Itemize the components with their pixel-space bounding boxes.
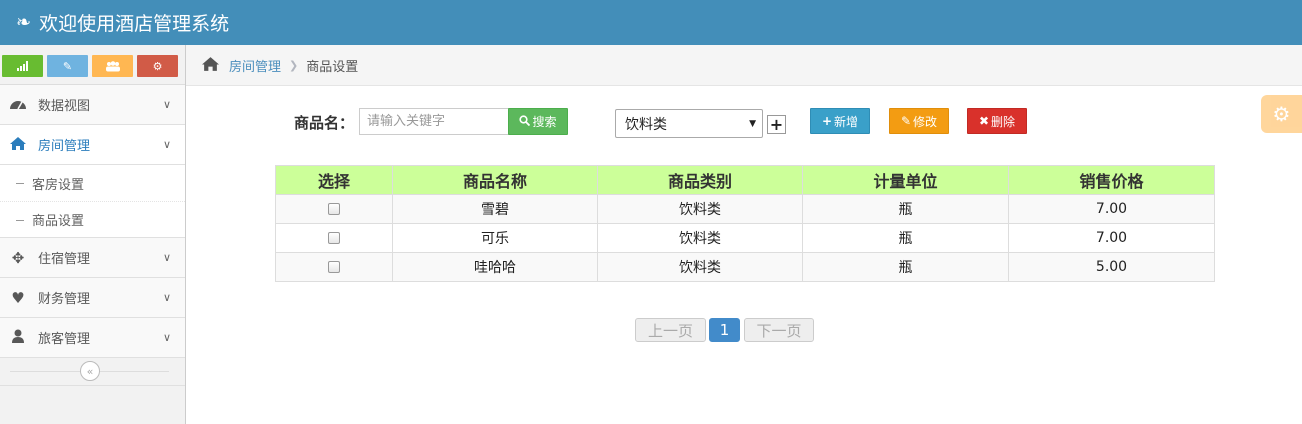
table-cell-price: 5.00 [1008, 252, 1215, 282]
home-icon [202, 56, 219, 75]
page-number-button[interactable]: 1 [709, 318, 740, 342]
sidebar-item-finance-management[interactable]: ♥ 财务管理 ∨ [0, 278, 185, 318]
dashboard-icon [0, 96, 36, 114]
sidebar-item-guest-management[interactable]: 旅客管理 ∨ [0, 318, 185, 358]
sidebar-subitem-room-settings[interactable]: 客房设置 [0, 165, 185, 201]
chevron-right-icon: ❯ [289, 58, 299, 72]
table-cell-select [275, 223, 393, 253]
app-title[interactable]: 欢迎使用酒店管理系统 [39, 9, 229, 36]
sidebar-item-lodging-management[interactable]: ✥ 住宿管理 ∨ [0, 238, 185, 278]
chevron-down-icon: ∨ [162, 331, 172, 344]
leaf-icon: ❧ [16, 12, 32, 33]
sidebar-item-label: 旅客管理 [38, 332, 91, 347]
table-row[interactable]: 哇哈哈 饮料类 瓶 5.00 [275, 252, 1215, 282]
sidebar-item-label: 房间管理 [38, 139, 91, 154]
row-checkbox[interactable] [328, 203, 340, 215]
sidebar-item-label: 数据视图 [38, 99, 91, 114]
table-row[interactable]: 雪碧 饮料类 瓶 7.00 [275, 194, 1215, 224]
sidebar-shortcuts: ✎ ⚙ [0, 45, 185, 85]
table-cell-select [275, 194, 393, 224]
double-chevron-left-icon[interactable]: « [80, 361, 100, 381]
column-header-price: 销售价格 [1008, 165, 1215, 195]
plus-icon: + [769, 114, 784, 134]
goods-table: 选择 商品名称 商品类别 计量单位 销售价格 雪碧 饮料类 瓶 7.00 可乐 … [275, 165, 1215, 282]
table-cell-price: 7.00 [1008, 194, 1215, 224]
add-category-button[interactable]: + [767, 115, 786, 134]
pencil-icon: ✎ [900, 114, 912, 128]
sidebar-collapse-row: « [0, 358, 185, 386]
column-header-unit: 计量单位 [802, 165, 1009, 195]
chevron-down-icon: ∨ [162, 251, 172, 264]
prev-page-button[interactable]: 上一页 [635, 318, 706, 342]
delete-button[interactable]: ✖ 删除 [967, 108, 1027, 134]
add-button[interactable]: + 新增 [810, 108, 870, 134]
users-icon[interactable] [92, 55, 133, 77]
table-cell-name: 可乐 [392, 223, 598, 253]
column-header-select: 选择 [275, 165, 393, 195]
chevron-down-icon: ∨ [162, 138, 172, 151]
search-button[interactable]: 搜索 [508, 108, 568, 135]
heart-icon: ♥ [11, 288, 25, 307]
table-cell-category: 饮料类 [597, 223, 803, 253]
row-checkbox[interactable] [328, 232, 340, 244]
top-navbar: ❧ 欢迎使用酒店管理系统 [0, 0, 1302, 45]
search-input[interactable] [359, 108, 509, 135]
add-button-label: 新增 [834, 114, 859, 129]
cogs-icon[interactable]: ⚙ [137, 55, 178, 77]
category-select-value: 饮料类 [625, 116, 667, 133]
table-cell-price: 7.00 [1008, 223, 1215, 253]
sidebar-item-label: 财务管理 [38, 292, 91, 307]
goods-name-label: 商品名： [294, 114, 355, 132]
table-cell-select [275, 252, 393, 282]
sidebar-item-label: 住宿管理 [38, 252, 91, 267]
search-icon [519, 114, 531, 129]
column-header-name: 商品名称 [392, 165, 598, 195]
table-row[interactable]: 可乐 饮料类 瓶 7.00 [275, 223, 1215, 253]
category-select[interactable]: 饮料类 ▼ [615, 109, 763, 138]
signal-icon[interactable] [2, 55, 43, 77]
user-icon [0, 329, 36, 347]
sidebar-item-room-management[interactable]: 房间管理 ∨ [0, 125, 185, 165]
next-page-button[interactable]: 下一页 [744, 318, 814, 342]
move-icon: ✥ [11, 248, 25, 267]
breadcrumb: 房间管理 ❯ 商品设置 [186, 45, 1302, 86]
chevron-down-icon: ∨ [162, 291, 172, 304]
home-icon [0, 136, 36, 154]
close-icon: ✖ [978, 114, 990, 128]
chevron-down-icon: ∨ [162, 98, 172, 111]
caret-down-icon: ▼ [749, 118, 756, 129]
table-cell-name: 雪碧 [392, 194, 598, 224]
table-cell-unit: 瓶 [802, 252, 1009, 282]
search-button-label: 搜索 [532, 115, 557, 129]
edit-button[interactable]: ✎ 修改 [889, 108, 949, 134]
sidebar-item-data-view[interactable]: 数据视图 ∨ [0, 85, 185, 125]
sidebar-submenu: 客房设置 商品设置 [0, 165, 185, 238]
table-cell-unit: 瓶 [802, 194, 1009, 224]
delete-button-label: 删除 [991, 114, 1016, 129]
edit-button-label: 修改 [913, 114, 938, 129]
table-cell-unit: 瓶 [802, 223, 1009, 253]
breadcrumb-link-room-management[interactable]: 房间管理 [229, 56, 281, 75]
column-header-category: 商品类别 [597, 165, 803, 195]
settings-gear-icon[interactable]: ⚙ [1261, 95, 1302, 133]
table-cell-category: 饮料类 [597, 252, 803, 282]
table-header-row: 选择 商品名称 商品类别 计量单位 销售价格 [275, 165, 1215, 195]
row-checkbox[interactable] [328, 261, 340, 273]
table-cell-name: 哇哈哈 [392, 252, 598, 282]
sidebar: ✎ ⚙ 数据视图 ∨ 房间管理 ∨ 客房设置 商品设置 ✥ 住宿管理 ∨ ♥ 财… [0, 45, 186, 424]
sidebar-subitem-goods-settings[interactable]: 商品设置 [0, 201, 185, 237]
breadcrumb-current: 商品设置 [306, 59, 359, 75]
pencil-icon[interactable]: ✎ [47, 55, 88, 77]
table-cell-category: 饮料类 [597, 194, 803, 224]
plus-icon: + [821, 114, 833, 128]
